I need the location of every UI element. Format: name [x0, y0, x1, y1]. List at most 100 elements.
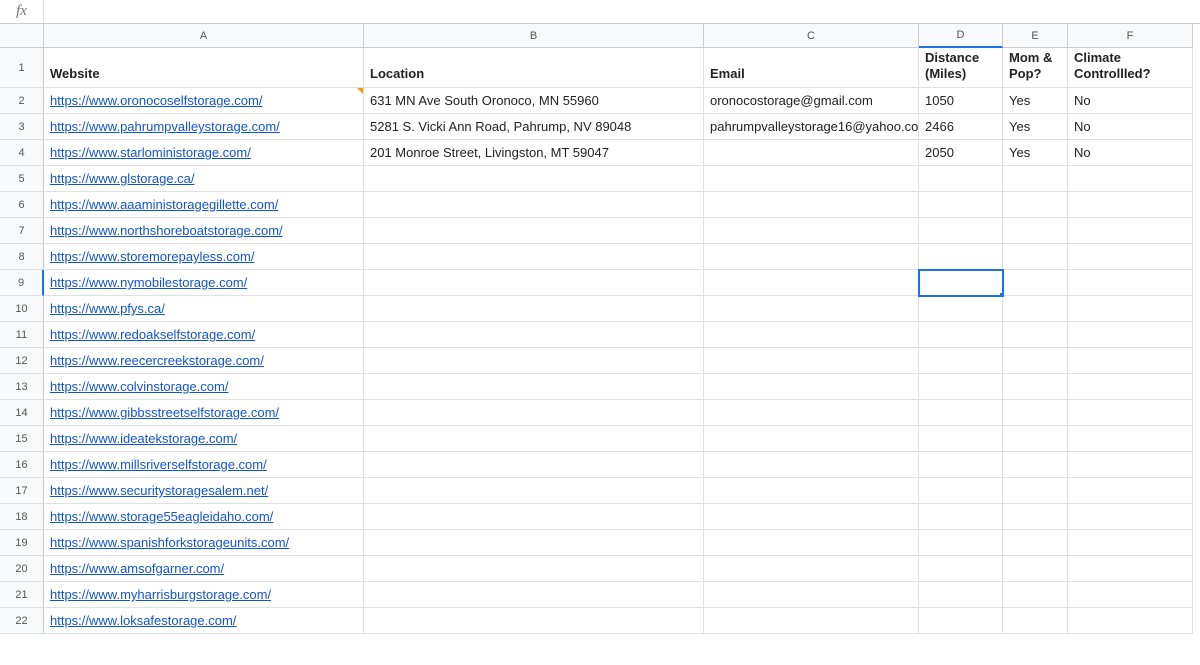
cell-c21[interactable] — [704, 582, 919, 608]
cell-f15[interactable] — [1068, 426, 1193, 452]
cell-f8[interactable] — [1068, 244, 1193, 270]
cell-d21[interactable] — [919, 582, 1003, 608]
website-link[interactable]: https://www.storage55eagleidaho.com/ — [50, 509, 273, 524]
cell-d8[interactable] — [919, 244, 1003, 270]
website-link[interactable]: https://www.nymobilestorage.com/ — [50, 275, 247, 290]
cell-f20[interactable] — [1068, 556, 1193, 582]
cell-e5[interactable] — [1003, 166, 1068, 192]
cell-e15[interactable] — [1003, 426, 1068, 452]
fill-handle[interactable] — [999, 292, 1003, 296]
cell-b14[interactable] — [364, 400, 704, 426]
cell-f19[interactable] — [1068, 530, 1193, 556]
cell-b9[interactable] — [364, 270, 704, 296]
website-link[interactable]: https://www.loksafestorage.com/ — [50, 613, 236, 628]
cell-f13[interactable] — [1068, 374, 1193, 400]
cell-f21[interactable] — [1068, 582, 1193, 608]
cell-d11[interactable] — [919, 322, 1003, 348]
cell-a11[interactable]: https://www.redoakselfstorage.com/ — [44, 322, 364, 348]
row-header-6[interactable]: 6 — [0, 192, 44, 218]
cell-d9[interactable] — [919, 270, 1003, 296]
cell-f22[interactable] — [1068, 608, 1193, 634]
cell-c13[interactable] — [704, 374, 919, 400]
cell-e7[interactable] — [1003, 218, 1068, 244]
website-link[interactable]: https://www.oronocoselfstorage.com/ — [50, 93, 262, 108]
row-header-13[interactable]: 13 — [0, 374, 44, 400]
cell-e21[interactable] — [1003, 582, 1068, 608]
header-cell-c[interactable]: Email — [704, 48, 919, 88]
cell-e16[interactable] — [1003, 452, 1068, 478]
cell-c14[interactable] — [704, 400, 919, 426]
cell-b12[interactable] — [364, 348, 704, 374]
cell-b22[interactable] — [364, 608, 704, 634]
column-header-f[interactable]: F — [1068, 24, 1193, 48]
cell-b8[interactable] — [364, 244, 704, 270]
cell-f7[interactable] — [1068, 218, 1193, 244]
cell-f4[interactable]: No — [1068, 140, 1193, 166]
cell-c12[interactable] — [704, 348, 919, 374]
cell-f14[interactable] — [1068, 400, 1193, 426]
website-link[interactable]: https://www.spanishforkstorageunits.com/ — [50, 535, 289, 550]
cell-d15[interactable] — [919, 426, 1003, 452]
column-header-c[interactable]: C — [704, 24, 919, 48]
cell-e22[interactable] — [1003, 608, 1068, 634]
cell-f11[interactable] — [1068, 322, 1193, 348]
cell-b16[interactable] — [364, 452, 704, 478]
note-indicator-icon[interactable] — [357, 88, 363, 94]
cell-b4[interactable]: 201 Monroe Street, Livingston, MT 59047 — [364, 140, 704, 166]
cell-b18[interactable] — [364, 504, 704, 530]
cell-f6[interactable] — [1068, 192, 1193, 218]
cell-e3[interactable]: Yes — [1003, 114, 1068, 140]
column-header-a[interactable]: A — [44, 24, 364, 48]
cell-b21[interactable] — [364, 582, 704, 608]
cell-a17[interactable]: https://www.securitystoragesalem.net/ — [44, 478, 364, 504]
website-link[interactable]: https://www.northshoreboatstorage.com/ — [50, 223, 283, 238]
cell-d18[interactable] — [919, 504, 1003, 530]
website-link[interactable]: https://www.millsriverselfstorage.com/ — [50, 457, 267, 472]
row-header-16[interactable]: 16 — [0, 452, 44, 478]
cell-c10[interactable] — [704, 296, 919, 322]
spreadsheet-grid[interactable]: ABCDEF1WebsiteLocationEmailDistance (Mil… — [0, 24, 1200, 634]
header-cell-f[interactable]: Climate Controllled? — [1068, 48, 1193, 88]
website-link[interactable]: https://www.glstorage.ca/ — [50, 171, 195, 186]
cell-c17[interactable] — [704, 478, 919, 504]
header-cell-d[interactable]: Distance (Miles) — [919, 48, 1003, 88]
website-link[interactable]: https://www.colvinstorage.com/ — [50, 379, 228, 394]
cell-e12[interactable] — [1003, 348, 1068, 374]
formula-input[interactable] — [44, 0, 1200, 23]
cell-d4[interactable]: 2050 — [919, 140, 1003, 166]
website-link[interactable]: https://www.securitystoragesalem.net/ — [50, 483, 268, 498]
cell-a14[interactable]: https://www.gibbsstreetselfstorage.com/ — [44, 400, 364, 426]
row-header-10[interactable]: 10 — [0, 296, 44, 322]
row-header-3[interactable]: 3 — [0, 114, 44, 140]
cell-a2[interactable]: https://www.oronocoselfstorage.com/ — [44, 88, 364, 114]
cell-b5[interactable] — [364, 166, 704, 192]
row-header-20[interactable]: 20 — [0, 556, 44, 582]
cell-c18[interactable] — [704, 504, 919, 530]
cell-c2[interactable]: oronocostorage@gmail.com — [704, 88, 919, 114]
cell-e13[interactable] — [1003, 374, 1068, 400]
row-header-21[interactable]: 21 — [0, 582, 44, 608]
column-header-b[interactable]: B — [364, 24, 704, 48]
cell-e9[interactable] — [1003, 270, 1068, 296]
row-header-18[interactable]: 18 — [0, 504, 44, 530]
row-header-19[interactable]: 19 — [0, 530, 44, 556]
cell-a16[interactable]: https://www.millsriverselfstorage.com/ — [44, 452, 364, 478]
cell-c20[interactable] — [704, 556, 919, 582]
row-header-1[interactable]: 1 — [0, 48, 44, 88]
cell-e8[interactable] — [1003, 244, 1068, 270]
cell-b11[interactable] — [364, 322, 704, 348]
row-header-7[interactable]: 7 — [0, 218, 44, 244]
row-header-14[interactable]: 14 — [0, 400, 44, 426]
cell-c3[interactable]: pahrumpvalleystorage16@yahoo.com — [704, 114, 919, 140]
cell-a19[interactable]: https://www.spanishforkstorageunits.com/ — [44, 530, 364, 556]
row-header-12[interactable]: 12 — [0, 348, 44, 374]
row-header-9[interactable]: 9 — [0, 270, 44, 296]
cell-c15[interactable] — [704, 426, 919, 452]
cell-a5[interactable]: https://www.glstorage.ca/ — [44, 166, 364, 192]
row-header-5[interactable]: 5 — [0, 166, 44, 192]
cell-c5[interactable] — [704, 166, 919, 192]
cell-a10[interactable]: https://www.pfys.ca/ — [44, 296, 364, 322]
cell-e10[interactable] — [1003, 296, 1068, 322]
cell-f18[interactable] — [1068, 504, 1193, 530]
website-link[interactable]: https://www.amsofgarner.com/ — [50, 561, 224, 576]
